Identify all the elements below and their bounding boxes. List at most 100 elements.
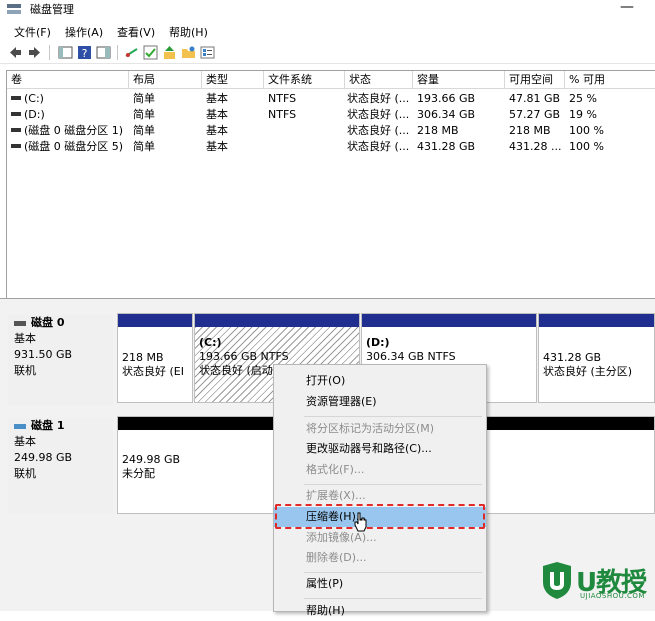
volume-status: 状态良好 (... xyxy=(347,92,410,105)
table-row[interactable]: (D:) 简单 基本 NTFS 状态良好 (... 306.34 GB 57.2… xyxy=(7,107,650,123)
disk-state: 联机 xyxy=(14,364,36,377)
volume-icon xyxy=(11,112,21,116)
column-header-status[interactable]: 状态 xyxy=(345,71,413,89)
connect-icon[interactable] xyxy=(124,45,139,60)
volume-capacity: 431.28 GB xyxy=(417,140,476,153)
disk-icon xyxy=(14,423,26,429)
folder-icon[interactable] xyxy=(181,45,196,60)
menu-format[interactable]: 格式化(F)... xyxy=(274,460,486,480)
menu-properties[interactable]: 属性(P) xyxy=(274,574,486,594)
check-icon[interactable] xyxy=(143,45,158,60)
volume-icon xyxy=(11,144,21,148)
volume-name: (D:) xyxy=(24,108,45,121)
forward-arrow-icon[interactable] xyxy=(27,45,42,60)
disk-type: 基本 xyxy=(14,332,36,345)
volume-type: 基本 xyxy=(206,108,228,121)
volume-list: 卷 布局 类型 文件系统 状态 容量 可用空间 % 可用 (C:) 简单 基本 … xyxy=(6,70,655,299)
volume-name: (C:) xyxy=(24,92,44,105)
volume-status: 状态良好 (... xyxy=(347,124,410,137)
properties-pane-icon[interactable] xyxy=(96,45,111,60)
disk-management-icon xyxy=(7,4,21,14)
context-menu: 打开(O) 资源管理器(E) 将分区标记为活动分区(M) 更改驱动器号和路径(C… xyxy=(273,364,487,617)
window-title: 磁盘管理 xyxy=(30,3,74,16)
disk-type: 基本 xyxy=(14,435,36,448)
column-header-free-space[interactable]: 可用空间 xyxy=(505,71,565,89)
up-arrow-icon[interactable] xyxy=(162,45,177,60)
partition-primary[interactable]: 431.28 GB 状态良好 (主分区) xyxy=(538,313,655,403)
menu-mark-active[interactable]: 将分区标记为活动分区(M) xyxy=(274,419,486,439)
volume-filesystem: NTFS xyxy=(268,92,297,105)
volume-layout: 简单 xyxy=(133,140,155,153)
partition-size: 218 MB xyxy=(122,351,164,364)
back-arrow-icon[interactable] xyxy=(8,45,23,60)
volume-status: 状态良好 (... xyxy=(347,140,410,153)
column-header-volume[interactable]: 卷 xyxy=(7,71,129,89)
partition-title: (D:) xyxy=(366,336,390,349)
brand-url: UJIAOSHOU.COM xyxy=(580,592,645,600)
volume-name: (磁盘 0 磁盘分区 1) xyxy=(24,124,124,137)
disk-0-info[interactable]: 磁盘 0 基本 931.50 GB 联机 xyxy=(8,315,113,405)
volume-capacity: 218 MB xyxy=(417,124,459,137)
console-tree-icon[interactable] xyxy=(58,45,73,60)
volume-layout: 简单 xyxy=(133,124,155,137)
menu-action[interactable]: 操作(A) xyxy=(65,24,103,40)
volume-layout: 简单 xyxy=(133,108,155,121)
disk-label: 磁盘 0 xyxy=(31,316,65,329)
volume-percent-free: 25 % xyxy=(569,92,597,105)
volume-percent-free: 19 % xyxy=(569,108,597,121)
menu-open[interactable]: 打开(O) xyxy=(274,371,486,391)
table-row[interactable]: (磁盘 0 磁盘分区 1) 简单 基本 状态良好 (... 218 MB 218… xyxy=(7,123,650,139)
volume-free-space: 57.27 GB xyxy=(509,108,561,121)
partition-size: 431.28 GB xyxy=(543,351,602,364)
volume-filesystem: NTFS xyxy=(268,108,297,121)
column-header-layout[interactable]: 布局 xyxy=(129,71,202,89)
help-icon[interactable]: ? xyxy=(77,45,92,60)
menu-file[interactable]: 文件(F) xyxy=(14,24,51,40)
partition-size: 193.66 GB NTFS xyxy=(199,350,289,363)
volume-icon xyxy=(11,128,21,132)
menu-change-drive-letter[interactable]: 更改驱动器号和路径(C)... xyxy=(274,439,486,459)
menu-extend-volume[interactable]: 扩展卷(X)... xyxy=(274,486,486,506)
volume-capacity: 193.66 GB xyxy=(417,92,476,105)
disk-state: 联机 xyxy=(14,467,36,480)
column-header-capacity[interactable]: 容量 xyxy=(413,71,505,89)
volume-percent-free: 100 % xyxy=(569,140,604,153)
table-row[interactable]: (C:) 简单 基本 NTFS 状态良好 (... 193.66 GB 47.8… xyxy=(7,91,650,107)
partition-efi[interactable]: 218 MB 状态良好 (EI xyxy=(117,313,193,403)
menu-add-mirror[interactable]: 添加镜像(A)... xyxy=(274,528,486,548)
partition-title: (C:) xyxy=(199,336,222,349)
volume-layout: 简单 xyxy=(133,92,155,105)
disk-icon xyxy=(14,320,26,326)
volume-status: 状态良好 (... xyxy=(347,108,410,121)
menu-bar: 文件(F) 操作(A) 查看(V) 帮助(H) xyxy=(0,21,655,41)
partition-size: 249.98 GB xyxy=(122,453,181,466)
disk-size: 931.50 GB xyxy=(14,348,73,361)
column-header-percent-free[interactable]: % 可用 xyxy=(565,71,655,89)
volume-name: (磁盘 0 磁盘分区 5) xyxy=(24,140,124,153)
disk-1-info[interactable]: 磁盘 1 基本 249.98 GB 联机 xyxy=(8,418,113,514)
minimize-button[interactable]: — xyxy=(612,0,642,18)
svg-text:?: ? xyxy=(82,47,88,60)
disk-size: 249.98 GB xyxy=(14,451,73,464)
column-header-type[interactable]: 类型 xyxy=(202,71,264,89)
partition-status: 状态良好 (主分区) xyxy=(543,365,633,378)
toolbar: ? xyxy=(0,43,655,64)
menu-help[interactable]: 帮助(H) xyxy=(274,601,486,621)
volume-type: 基本 xyxy=(206,124,228,137)
column-header-filesystem[interactable]: 文件系统 xyxy=(264,71,345,89)
volume-percent-free: 100 % xyxy=(569,124,604,137)
partition-size: 306.34 GB NTFS xyxy=(366,350,456,363)
shield-logo-icon xyxy=(543,562,571,599)
menu-delete-volume[interactable]: 删除卷(D)... xyxy=(274,548,486,568)
menu-explorer[interactable]: 资源管理器(E) xyxy=(274,392,486,412)
table-row[interactable]: (磁盘 0 磁盘分区 5) 简单 基本 状态良好 (... 431.28 GB … xyxy=(7,139,650,155)
volume-icon xyxy=(11,96,21,100)
list-view-icon[interactable] xyxy=(200,45,215,60)
volume-type: 基本 xyxy=(206,92,228,105)
menu-view[interactable]: 查看(V) xyxy=(117,24,155,40)
highlight-callout xyxy=(275,504,485,529)
menu-help[interactable]: 帮助(H) xyxy=(169,24,208,40)
volume-free-space: 431.28 ... xyxy=(509,140,562,153)
volume-free-space: 47.81 GB xyxy=(509,92,561,105)
partition-status: 状态良好 (EI xyxy=(122,365,184,378)
